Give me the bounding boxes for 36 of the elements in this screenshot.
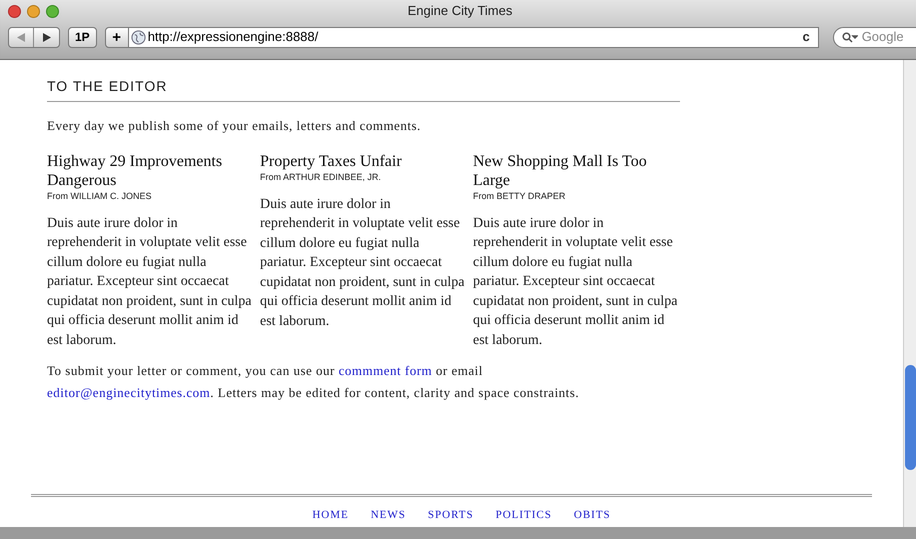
letter-title: Property Taxes Unfair [260,152,403,170]
letter-body: Duis aute irure dolor in reprehenderit in voluptate velit esse cillum dolore eu fugiat nulla pariatur. Excepteur sint occaecat cupidatat non proident, sunt in culpa qui officia deserunt mollit anim id est laborum. [473,214,678,350]
search-icon [842,32,858,42]
section-heading: TO THE EDITOR [47,76,680,102]
reload-button[interactable]: c [802,27,810,47]
letter-author: From WILLIAM C. JONES [47,190,153,202]
url-text: http://expressionengine:8888/ [148,28,320,46]
letter-body: Duis aute irure dolor in reprehenderit in voluptate velit esse cillum dolore eu fugiat nulla pariatur. Excepteur sint occaecat cupidatat non proident, sunt in culpa qui officia deserunt mollit anim id est laborum. [260,196,465,330]
close-icon[interactable] [8,4,21,18]
minimize-icon[interactable] [27,4,40,18]
zoom-icon[interactable] [46,4,59,18]
search-field[interactable]: Google [832,26,916,48]
nav-link[interactable]: SPORTS [428,506,474,524]
nav-link[interactable]: OBITS [574,506,611,524]
window-title: Engine City Times [406,2,514,20]
back-icon [17,32,25,42]
address-field[interactable]: http://expressionengine:8888/ c [128,26,819,48]
bookmark-button[interactable]: 1P [68,26,97,48]
intro-text: Every day we publish some of your emails, letters and comments. [47,117,422,135]
letter-author: From ARTHUR EDINBEE, JR. [260,170,382,182]
scrollbar-thumb[interactable] [905,365,916,470]
search-input[interactable]: Google [862,27,916,47]
scrollbar[interactable] [903,60,916,527]
forward-icon [42,32,50,42]
nav-link[interactable]: HOME [312,506,349,524]
letter-title: Highway 29 Improvements Dangerous [47,152,224,190]
link[interactable]: commment form [338,363,432,378]
submit-note: To submit your letter or comment, you can use our commment form or email editor@enginecitytimes.com. Letters may be edited for content, clarity and space constraints. [47,362,580,402]
letter-author: From BETTY DRAPER [473,190,566,202]
globe-icon [130,30,146,44]
letter-body: Duis aute irure dolor in reprehenderit in voluptate velit esse cillum dolore eu fugiat nulla pariatur. Excepteur sint occaecat cupidatat non proident, sunt in culpa qui officia deserunt mollit anim id est laborum. [47,214,252,350]
nav-link[interactable]: POLITICS [496,506,552,524]
letter-title: New Shopping Mall Is Too Large [473,152,648,190]
nav-link[interactable]: NEWS [370,506,406,524]
add-bookmark-button[interactable]: + [104,26,129,48]
link[interactable]: editor@enginecitytimes.com [47,385,210,400]
